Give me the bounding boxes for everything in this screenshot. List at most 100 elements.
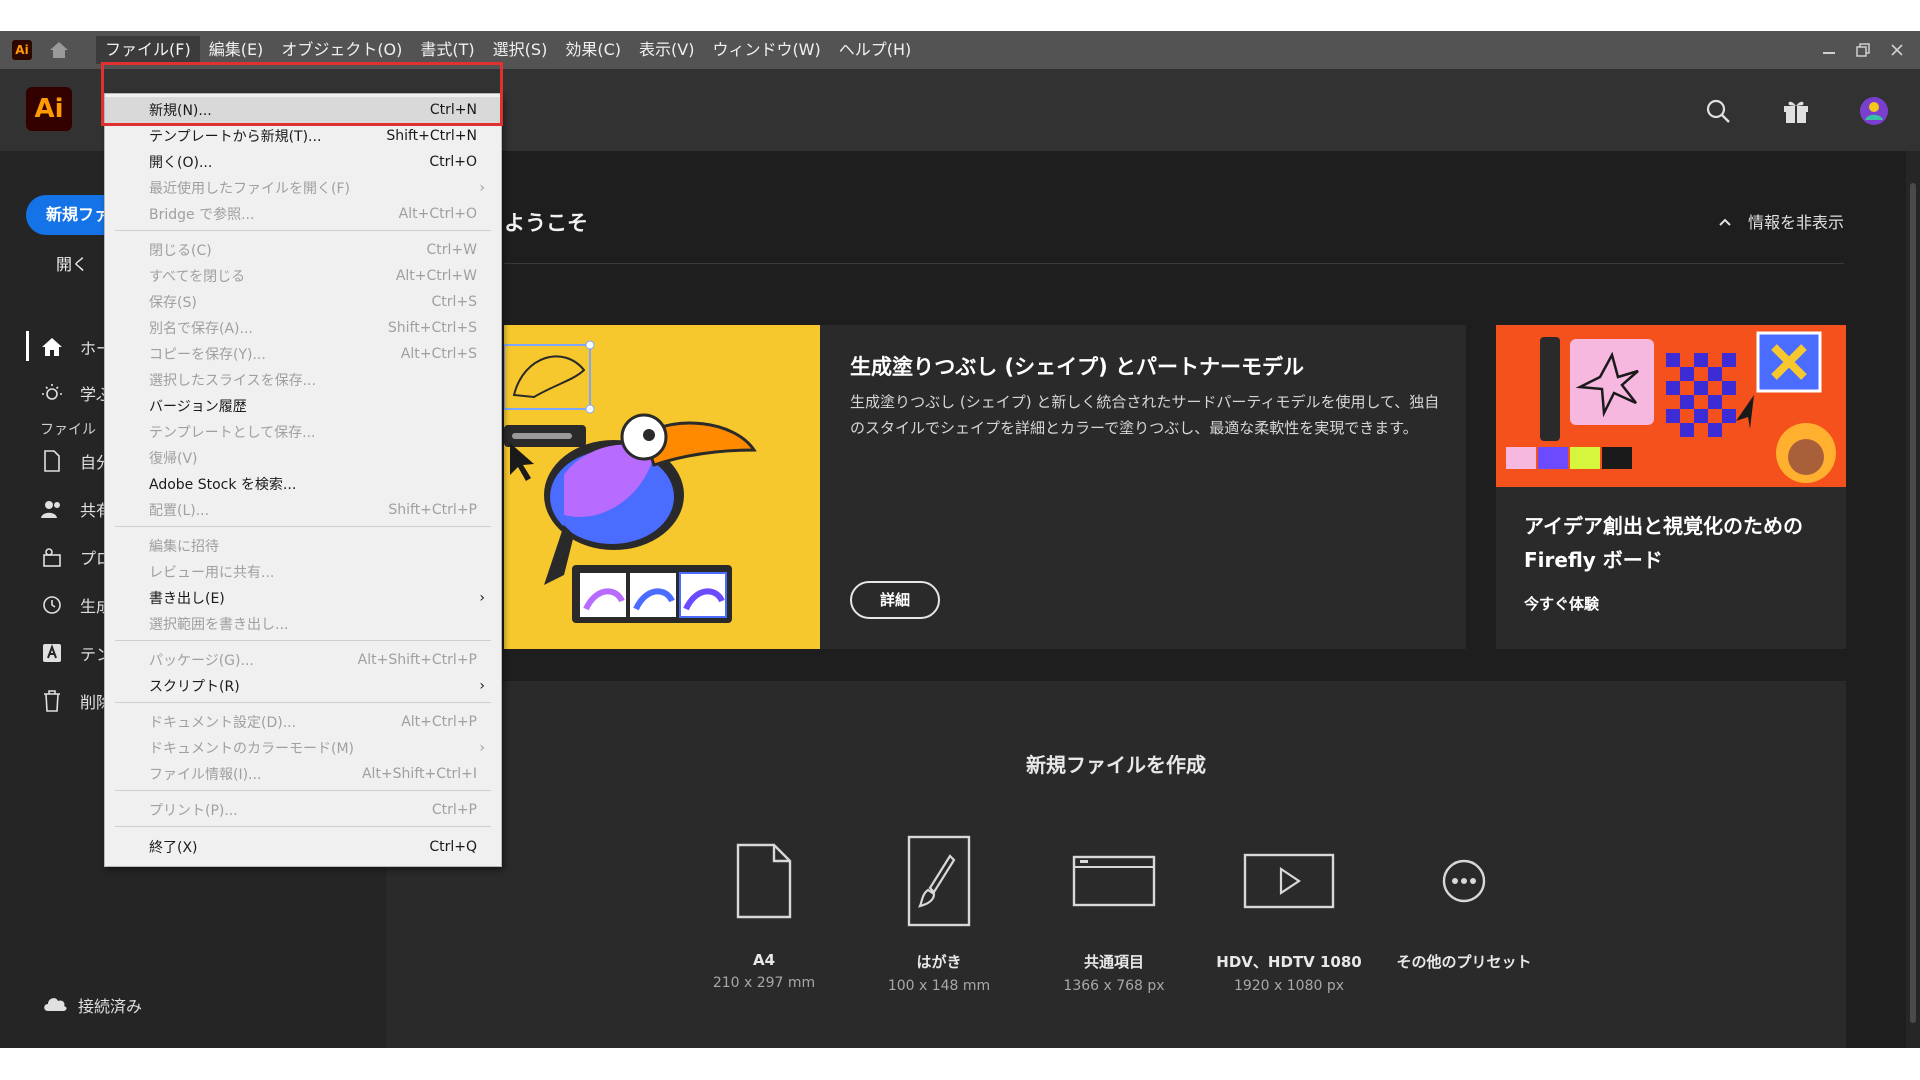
menu-item-save-template[interactable]: テンプレートとして保存... — [105, 419, 501, 445]
menu-item-shortcut: Ctrl+N — [429, 102, 477, 118]
menu-item-export-selection[interactable]: 選択範囲を書き出し... — [105, 611, 501, 637]
menu-item-shortcut: Shift+Ctrl+S — [387, 320, 477, 336]
menu-item-search-stock[interactable]: Adobe Stock を検索... — [105, 471, 501, 497]
menu-item-document-color-mode[interactable]: ドキュメントのカラーモード(M) › — [105, 735, 501, 761]
menu-help[interactable]: ヘルプ(H) — [830, 36, 921, 64]
menu-item-export[interactable]: 書き出し(E) › — [105, 585, 501, 611]
menu-item-place[interactable]: 配置(L)... Shift+Ctrl+P — [105, 497, 501, 523]
gift-icon[interactable] — [1778, 93, 1814, 129]
home-main: ようこそ 情報を非表示 生成塗りつぶし (シェイプ) とパートナーモデル 生成塗… — [386, 151, 1906, 1048]
files-section-label: ファイル — [40, 422, 96, 438]
try-now-link[interactable]: 今すぐ体験 — [1524, 593, 1599, 614]
preset-a4[interactable]: A4 210 x 297 mm — [679, 831, 849, 991]
menu-view[interactable]: 表示(V) — [630, 36, 703, 64]
feature-title: 生成塗りつぶし (シェイプ) とパートナーモデル — [850, 355, 1305, 379]
menu-item-shortcut: Alt+Ctrl+P — [401, 714, 477, 730]
close-button[interactable] — [1880, 35, 1914, 65]
scrollbar-thumb[interactable] — [1910, 183, 1916, 1023]
menu-item-share-review[interactable]: レビュー用に共有... — [105, 559, 501, 585]
menu-item-shortcut: Alt+Shift+Ctrl+P — [357, 652, 477, 668]
menu-item-save[interactable]: 保存(S) Ctrl+S — [105, 289, 501, 315]
menu-separator — [115, 526, 491, 527]
details-button[interactable]: 詳細 — [850, 581, 940, 619]
menu-item-open-recent[interactable]: 最近使用したファイルを開く(F) › — [105, 175, 501, 201]
minimize-button[interactable] — [1812, 35, 1846, 65]
video-play-icon — [1204, 831, 1374, 931]
menu-item-package[interactable]: パッケージ(G)... Alt+Shift+Ctrl+P — [105, 647, 501, 673]
menu-window[interactable]: ウィンドウ(W) — [703, 36, 829, 64]
feature-description: 生成塗りつぶし (シェイプ) と新しく統合されたサードパーティモデルを使用して、… — [850, 393, 1440, 437]
search-icon[interactable] — [1700, 93, 1736, 129]
menu-item-save-copy[interactable]: コピーを保存(Y)... Alt+Ctrl+S — [105, 341, 501, 367]
menu-separator — [115, 640, 491, 641]
menu-item-shortcut: Shift+Ctrl+N — [386, 128, 477, 144]
menu-item-invite-edit[interactable]: 編集に招待 — [105, 533, 501, 559]
menu-effect[interactable]: 効果(C) — [556, 36, 630, 64]
menu-file[interactable]: ファイル(F) — [96, 36, 200, 64]
menu-item-label: 閉じる(C) — [149, 243, 212, 259]
menu-item-label: 編集に招待 — [149, 539, 219, 555]
menu-item-label: 最近使用したファイルを開く(F) — [149, 181, 350, 197]
preset-postcard[interactable]: はがき 100 x 148 mm — [854, 831, 1024, 994]
file-menu-dropdown: 新規(N)... Ctrl+N テンプレートから新規(T)... Shift+Ctr… — [104, 93, 502, 867]
menu-item-browse-bridge[interactable]: Bridge で参照... Alt+Ctrl+O — [105, 201, 501, 227]
open-button[interactable]: 開く — [56, 251, 88, 275]
menu-item-save-slices[interactable]: 選択したスライスを保存... — [105, 367, 501, 393]
toucan-illustration — [504, 325, 820, 649]
menu-item-revert[interactable]: 復帰(V) — [105, 445, 501, 471]
restore-button[interactable] — [1846, 35, 1880, 65]
menu-item-exit[interactable]: 終了(X) Ctrl+Q — [105, 834, 501, 860]
preset-name: A4 — [752, 951, 776, 969]
file-icon — [40, 449, 64, 473]
menu-item-open[interactable]: 開く(O)... Ctrl+O — [105, 149, 501, 175]
menu-item-shortcut: Alt+Ctrl+W — [395, 268, 477, 284]
preset-hdtv[interactable]: HDV、HDTV 1080 1920 x 1080 px — [1204, 831, 1374, 994]
preset-name: HDV、HDTV 1080 — [1216, 953, 1362, 971]
menu-item-file-info[interactable]: ファイル情報(I)... Alt+Shift+Ctrl+I — [105, 761, 501, 787]
hide-info-label: 情報を非表示 — [1747, 213, 1844, 232]
menu-item-new-from-template[interactable]: テンプレートから新規(T)... Shift+Ctrl+N — [105, 123, 501, 149]
menu-select[interactable]: 選択(S) — [484, 36, 557, 64]
menu-item-shortcut: Ctrl+O — [429, 154, 477, 170]
home-icon — [40, 335, 64, 359]
projects-icon — [40, 545, 64, 569]
preset-name: 共通項目 — [1083, 953, 1144, 971]
preset-size: 1920 x 1080 px — [1233, 978, 1345, 994]
menu-item-scripts[interactable]: スクリプト(R) › — [105, 673, 501, 699]
preset-common[interactable]: 共通項目 1366 x 768 px — [1029, 831, 1199, 994]
chevron-right-icon: › — [479, 180, 485, 196]
hide-info-button[interactable]: 情報を非表示 — [1718, 209, 1844, 233]
sidebar-item-learn[interactable]: 学ぶ — [40, 379, 112, 407]
menu-item-new[interactable]: 新規(N)... Ctrl+N — [105, 97, 501, 123]
menu-item-save-as[interactable]: 別名で保存(A)... Shift+Ctrl+S — [105, 315, 501, 341]
cloud-status[interactable]: 接続済み — [42, 993, 142, 1017]
chevron-right-icon: › — [479, 740, 485, 756]
menu-item-print[interactable]: プリント(P)... Ctrl+P — [105, 797, 501, 823]
menu-item-label: すべてを閉じる — [149, 269, 246, 285]
preset-size: 1366 x 768 px — [1063, 978, 1165, 994]
menu-separator — [115, 790, 491, 791]
scrollbar[interactable] — [1906, 151, 1920, 1048]
menu-item-version-history[interactable]: バージョン履歴 — [105, 393, 501, 419]
home-icon[interactable] — [46, 37, 72, 63]
create-new-panel: 新規ファイルを作成 A4 210 x 297 mm はがき 100 x 148 … — [386, 681, 1846, 1048]
chevron-right-icon: › — [479, 678, 485, 694]
menu-item-label: 選択したスライスを保存... — [149, 373, 316, 389]
menu-type[interactable]: 書式(T) — [411, 36, 483, 64]
menu-item-close-all[interactable]: すべてを閉じる Alt+Ctrl+W — [105, 263, 501, 289]
firefly-card[interactable]: アイデア創出と視覚化のための Firefly ボード 今すぐ体験 — [1496, 325, 1846, 649]
menu-edit[interactable]: 編集(E) — [200, 36, 273, 64]
menu-item-label: Bridge で参照... — [149, 207, 255, 223]
create-new-title: 新規ファイルを作成 — [1026, 753, 1206, 777]
menu-item-label: テンプレートから新規(T)... — [149, 129, 322, 145]
menu-item-close[interactable]: 閉じる(C) Ctrl+W — [105, 237, 501, 263]
menu-item-document-setup[interactable]: ドキュメント設定(D)... Alt+Ctrl+P — [105, 709, 501, 735]
preset-more[interactable]: その他のプリセット — [1379, 831, 1549, 978]
menu-object[interactable]: オブジェクト(O) — [272, 36, 411, 64]
menu-item-label: 新規(N)... — [149, 103, 212, 119]
menu-separator — [115, 230, 491, 231]
menu-item-label: 開く(O)... — [149, 155, 213, 171]
lightbulb-icon — [40, 381, 64, 405]
preset-size: 100 x 148 mm — [887, 978, 991, 994]
user-avatar[interactable] — [1856, 93, 1892, 129]
